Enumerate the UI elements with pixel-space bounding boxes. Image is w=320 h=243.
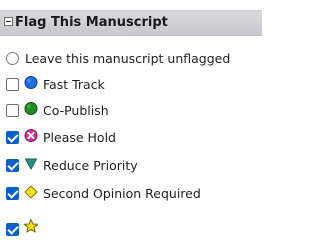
yellow-diamond-icon [23, 184, 39, 200]
fast-track-label: Fast Track [43, 77, 105, 92]
please-hold-label: Please Hold [43, 130, 116, 145]
blue-circle-icon [23, 75, 39, 91]
teal-down-triangle-icon [23, 156, 39, 172]
pink-x-circle-icon [23, 128, 39, 144]
option-please-hold[interactable]: Please Hold [0, 128, 275, 148]
option-second-opinion[interactable]: Second Opinion Required [0, 184, 275, 204]
fast-track-checkbox[interactable] [6, 78, 19, 91]
option-fast-track[interactable]: Fast Track [0, 75, 275, 95]
option-co-publish[interactable]: Co-Publish [0, 101, 275, 121]
option-reduce-priority[interactable]: Reduce Priority [0, 156, 275, 176]
unflagged-radio[interactable] [6, 52, 19, 65]
option-star[interactable] [0, 218, 275, 240]
unflagged-label: Leave this manuscript unflagged [25, 51, 231, 66]
yellow-star-icon [23, 218, 39, 234]
second-opinion-checkbox[interactable] [6, 187, 19, 200]
reduce-priority-label: Reduce Priority [43, 158, 138, 173]
co-publish-label: Co-Publish [43, 103, 109, 118]
green-circle-icon [23, 101, 39, 117]
panel-header: Flag This Manuscript [0, 10, 262, 36]
option-unflagged[interactable]: Leave this manuscript unflagged [0, 49, 275, 69]
collapse-icon[interactable] [4, 17, 13, 26]
star-checkbox[interactable] [6, 223, 19, 236]
panel-title: Flag This Manuscript [15, 15, 168, 30]
reduce-priority-checkbox[interactable] [6, 159, 19, 172]
flag-manuscript-panel: Flag This Manuscript Leave this manuscri… [0, 0, 275, 243]
second-opinion-label: Second Opinion Required [43, 186, 201, 201]
please-hold-checkbox[interactable] [6, 131, 19, 144]
co-publish-checkbox[interactable] [6, 104, 19, 117]
